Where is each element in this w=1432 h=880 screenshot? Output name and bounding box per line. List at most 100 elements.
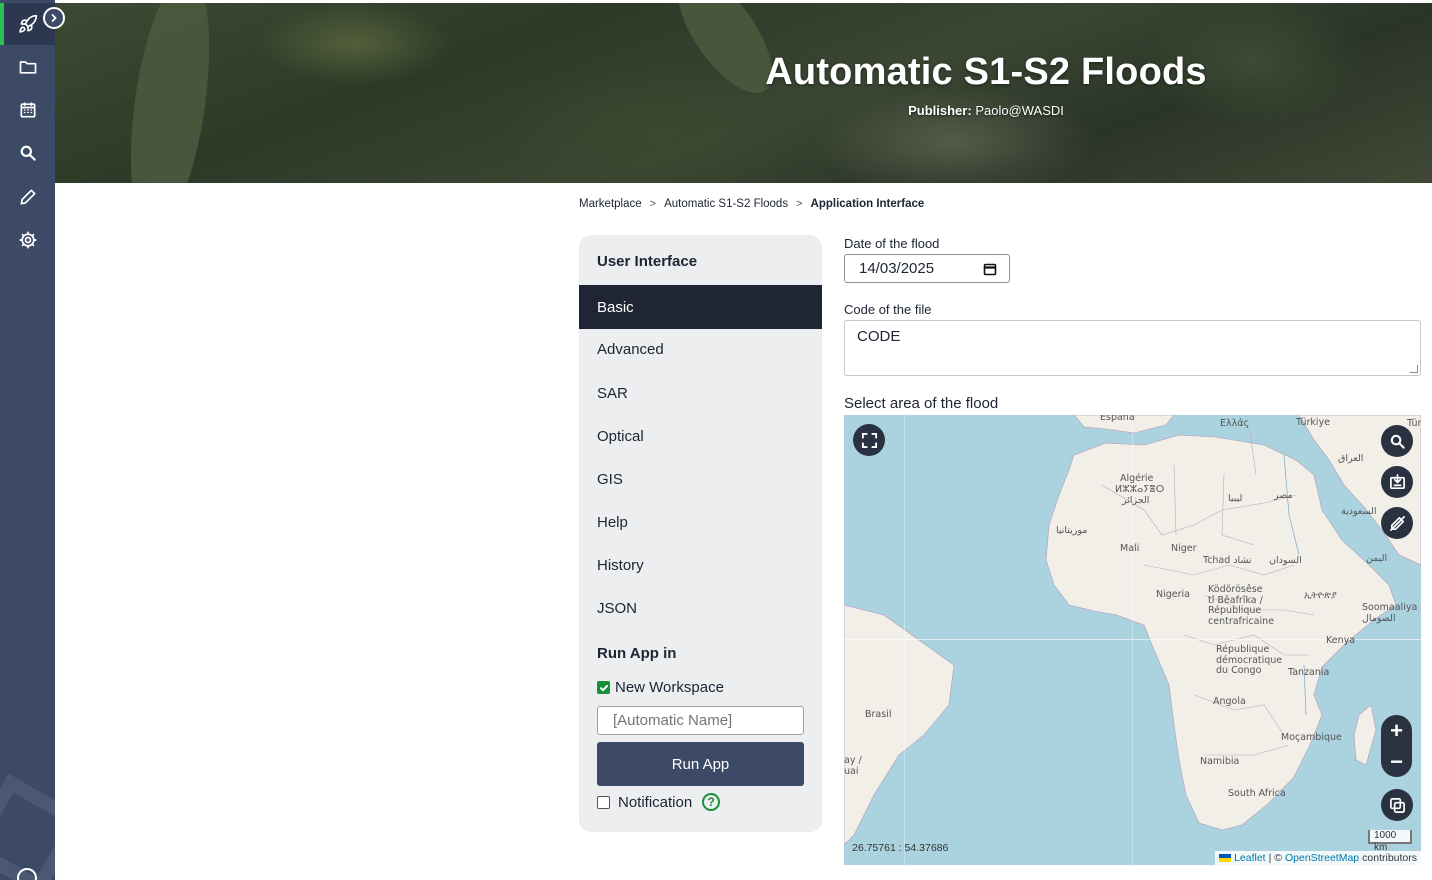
map-label-mocambique: Moçambique <box>1281 732 1342 743</box>
map-label-tchad: Tchad تشاد <box>1203 555 1252 566</box>
map-label-brasil: Brasil <box>865 709 892 720</box>
code-value: CODE <box>857 328 901 345</box>
checkmark-icon <box>599 684 608 691</box>
map-label-ethiopia: ኢትዮጵያ <box>1304 590 1337 601</box>
menu-item-history[interactable]: History <box>579 543 822 587</box>
date-value: 14/03/2025 <box>859 260 935 277</box>
zoom-out-button[interactable]: − <box>1381 746 1412 777</box>
rail-item-search[interactable] <box>0 132 55 174</box>
map-label-yemen: اليمن <box>1366 553 1388 564</box>
layers-icon <box>1389 797 1405 813</box>
publisher-line: Publisher: Paolo@WASDI <box>55 103 1432 118</box>
calendar-icon <box>20 102 35 118</box>
map-label-angola: Angola <box>1213 696 1246 707</box>
breadcrumb-separator: > <box>649 198 657 210</box>
publisher-value: Paolo@WASDI <box>975 103 1064 118</box>
menu-item-advanced[interactable]: Advanced <box>579 327 822 371</box>
sidebar-toggle-button[interactable] <box>43 7 65 29</box>
map-search-button[interactable] <box>1381 425 1413 457</box>
rail-item-workspaces[interactable] <box>0 46 55 88</box>
folder-icon <box>19 61 36 74</box>
area-label: Select area of the flood <box>844 395 999 412</box>
map-label-turk: Türk <box>1407 418 1421 429</box>
fullscreen-icon <box>861 432 877 448</box>
code-textarea[interactable]: CODE <box>844 320 1421 376</box>
import-shape-button[interactable] <box>1381 466 1413 498</box>
map-label-algerie: Algérie <box>1120 473 1154 484</box>
breadcrumb-app[interactable]: Automatic S1-S2 Floods <box>664 198 788 210</box>
zoom-control: + − <box>1381 715 1412 777</box>
map-label-partial-left: ay / uai <box>844 755 862 777</box>
leaflet-link[interactable]: Leaflet <box>1234 852 1266 864</box>
map-label-mali: Mali <box>1120 543 1140 554</box>
pencil-icon <box>20 189 36 205</box>
menu-item-optical[interactable]: Optical <box>579 414 822 458</box>
import-icon <box>1389 473 1405 489</box>
ui-menu-card: User Interface Basic Advanced SAR Optica… <box>579 235 822 832</box>
breadcrumb-marketplace[interactable]: Marketplace <box>579 198 642 210</box>
resize-handle[interactable] <box>1410 365 1418 373</box>
rail-item-settings[interactable] <box>0 219 55 261</box>
run-app-title: Run App in <box>597 645 677 662</box>
rail-item-calendar[interactable] <box>0 89 55 131</box>
map-attribution: Leaflet | © OpenStreetMap contributors <box>1215 851 1421 865</box>
notification-label: Notification <box>618 793 693 811</box>
map-label-libya: ليبيا <box>1228 493 1243 504</box>
rocket-icon <box>18 14 37 33</box>
rail-decoration <box>0 773 55 880</box>
map-label-ellas: Ελλάς <box>1220 418 1250 429</box>
code-label: Code of the file <box>844 302 932 317</box>
attribution-separator: | © <box>1268 852 1282 864</box>
draw-edit-button[interactable] <box>1381 507 1413 539</box>
breadcrumb: Marketplace > Automatic S1-S2 Floods > A… <box>579 198 924 210</box>
map-label-algerie-ar: الجزائر <box>1122 495 1150 506</box>
date-label: Date of the flood <box>844 236 940 251</box>
map-view[interactable]: España Ελλάς Türkiye Türk العراق Algérie… <box>844 415 1421 865</box>
map-label-namibia: Namibia <box>1200 756 1240 767</box>
date-input[interactable]: 14/03/2025 <box>844 254 1010 283</box>
osm-link[interactable]: OpenStreetMap <box>1285 852 1359 864</box>
new-workspace-row: New Workspace <box>597 679 724 696</box>
search-icon <box>20 145 36 161</box>
run-app-button[interactable]: Run App <box>597 742 804 786</box>
map-label-south-africa: South Africa <box>1228 788 1286 799</box>
map-label-niger: Niger <box>1171 543 1197 554</box>
map-label-algerie-tif: ⵍⵣⵣⴰⵢⴻⵔ <box>1115 484 1165 495</box>
map-label-mauritania: موريتانيا <box>1056 525 1088 536</box>
notification-checkbox[interactable] <box>597 795 610 809</box>
app-title: Automatic S1-S2 Floods <box>765 51 1207 93</box>
notification-row: Notification ? <box>597 793 721 811</box>
map-label-tanzania: Tanzania <box>1288 667 1330 678</box>
map-label-drc: République démocratique du Congo <box>1216 644 1283 676</box>
menu-item-basic[interactable]: Basic <box>579 285 822 329</box>
chevron-right-icon <box>51 14 57 22</box>
help-icon[interactable]: ? <box>702 793 721 811</box>
fullscreen-button[interactable] <box>853 424 885 456</box>
header-banner: Automatic S1-S2 Floods Publisher: Paolo@… <box>55 3 1432 183</box>
rail-item-edit[interactable] <box>0 176 55 218</box>
map-label-turkiye: Türkiye <box>1296 417 1331 428</box>
ukraine-flag-icon <box>1219 854 1232 862</box>
menu-item-help[interactable]: Help <box>579 500 822 544</box>
map-label-misr: مصر <box>1274 490 1293 501</box>
menu-item-gis[interactable]: GIS <box>579 457 822 501</box>
calendar-icon[interactable] <box>983 262 997 276</box>
map-label-nigeria: Nigeria <box>1156 589 1190 600</box>
map-label-sudan: السودان <box>1269 555 1302 566</box>
layers-button[interactable] <box>1381 789 1413 821</box>
workspace-name-input[interactable] <box>597 706 804 735</box>
attribution-suffix: contributors <box>1362 852 1417 864</box>
new-workspace-checkbox[interactable] <box>597 681 610 694</box>
nav-rail <box>0 0 55 880</box>
zoom-in-button[interactable]: + <box>1381 715 1412 746</box>
menu-item-json[interactable]: JSON <box>579 586 822 630</box>
map-label-espana: España <box>1100 415 1135 423</box>
menu-item-sar[interactable]: SAR <box>579 371 822 415</box>
map-graticule <box>904 415 905 865</box>
edit-off-icon <box>1389 515 1405 531</box>
map-label-iraq: العراق <box>1338 453 1364 464</box>
publisher-label: Publisher: <box>908 103 972 118</box>
gear-icon <box>19 231 36 249</box>
map-label-kenya: Kenya <box>1326 635 1356 646</box>
search-icon <box>1390 434 1405 449</box>
